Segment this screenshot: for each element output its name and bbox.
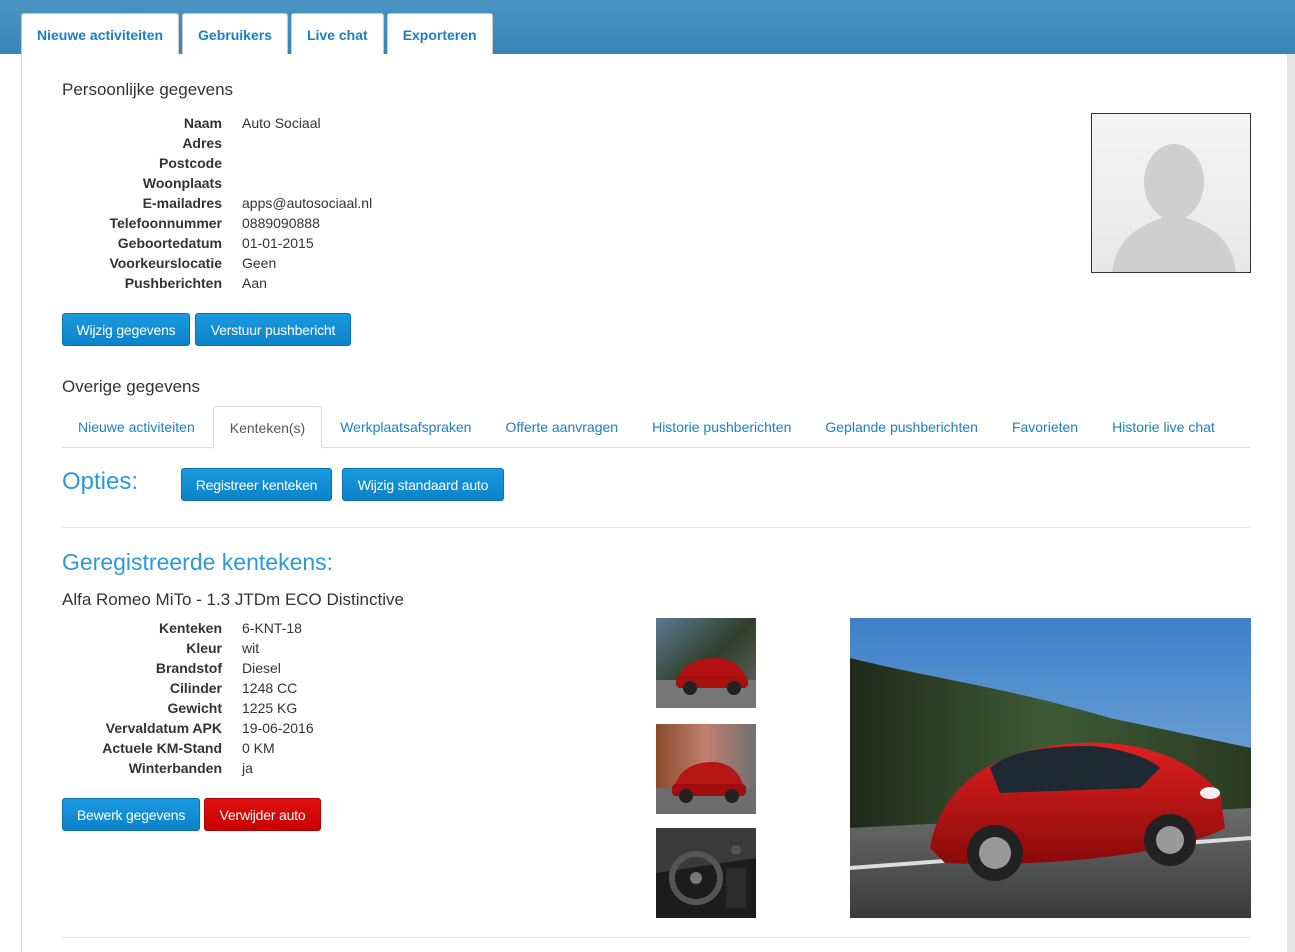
section-title-other: Overige gegevens — [62, 377, 200, 396]
field-label: Geboortedatum — [117, 235, 222, 251]
subtab-offerte-aanvragen[interactable]: Offerte aanvragen — [489, 406, 634, 448]
field-value: apps@autosociaal.nl — [242, 195, 373, 211]
car-thumbnail[interactable] — [656, 618, 756, 708]
car-photo-icon — [656, 724, 756, 814]
field-value: 6-KNT-18 — [242, 620, 302, 636]
field-label: Voorkeurslocatie — [109, 255, 222, 271]
subtab-kentekens[interactable]: Kenteken(s) — [212, 406, 323, 449]
field-value: 1225 KG — [242, 700, 298, 716]
subtab-historie-pushberichten[interactable]: Historie pushberichten — [636, 406, 807, 448]
field-label: Gewicht — [167, 700, 222, 716]
field-value: 1248 CC — [242, 680, 298, 696]
tab-gebruikers[interactable]: Gebruikers — [182, 13, 288, 56]
personal-info: Naam Auto Sociaal Adres Postcode Woonplaa… — [62, 113, 372, 293]
field-value: Auto Sociaal — [242, 115, 321, 131]
divider — [62, 527, 1250, 528]
car-main-photo — [850, 618, 1251, 918]
main-tabs: Nieuwe activiteiten Gebruikers Live chat… — [21, 13, 496, 56]
field-value: Diesel — [242, 660, 281, 676]
top-bar: Nieuwe activiteiten Gebruikers Live chat… — [0, 0, 1295, 56]
field-value — [242, 153, 372, 173]
registered-heading: Geregistreerde kentekens: — [62, 549, 334, 575]
tab-live-chat[interactable]: Live chat — [290, 13, 384, 55]
field-label: Naam — [183, 115, 222, 131]
field-value: Geen — [242, 255, 277, 271]
avatar-placeholder — [1091, 113, 1251, 273]
car-photo-icon — [850, 618, 1251, 918]
field-label: E-mailadres — [142, 195, 222, 211]
field-label: Kenteken — [158, 620, 222, 636]
field-label: Actuele KM-Stand — [102, 740, 222, 756]
field-label: Vervaldatum APK — [105, 720, 222, 736]
registreer-kenteken-button[interactable]: Registreer kenteken — [181, 468, 332, 501]
field-label: Kleur — [186, 640, 222, 656]
car-photo-icon — [656, 618, 756, 708]
tab-exporteren[interactable]: Exporteren — [386, 13, 493, 55]
field-value: Aan — [242, 275, 267, 291]
field-label: Brandstof — [155, 660, 222, 676]
field-label: Postcode — [158, 155, 222, 171]
right-edge — [1287, 54, 1295, 952]
divider — [62, 937, 1250, 938]
car-title: Alfa Romeo MiTo - 1.3 JTDm ECO Distincti… — [62, 590, 404, 609]
sub-tabs: Nieuwe activiteiten Kenteken(s) Werkplaa… — [62, 406, 1250, 449]
field-value: wit — [242, 640, 260, 656]
field-value: 01-01-2015 — [242, 235, 314, 251]
field-label: Telefoonnummer — [109, 215, 222, 231]
subtab-favorieten[interactable]: Favorieten — [996, 406, 1094, 448]
field-value — [242, 133, 372, 153]
verwijder-auto-button[interactable]: Verwijder auto — [204, 798, 321, 831]
content-panel: Persoonlijke gegevens Naam Auto Sociaal A… — [21, 54, 1287, 952]
field-label: Adres — [182, 135, 222, 151]
car-interior-icon — [656, 828, 756, 918]
subtab-historie-live-chat[interactable]: Historie live chat — [1096, 406, 1231, 448]
field-value: 0889090888 — [242, 215, 320, 231]
field-value: ja — [242, 760, 253, 776]
car-info: Kenteken 6-KNT-18 Kleur wit Brandstof Diese… — [62, 618, 314, 778]
field-label: Woonplaats — [142, 175, 222, 191]
field-label: Cilinder — [169, 680, 222, 696]
field-label: Winterbanden — [128, 760, 222, 776]
subtab-werkplaatsafspraken[interactable]: Werkplaatsafspraken — [324, 406, 487, 448]
wijzig-gegevens-button[interactable]: Wijzig gegevens — [62, 313, 190, 346]
bewerk-gegevens-button[interactable]: Bewerk gegevens — [62, 798, 200, 831]
subtab-nieuwe-activiteiten[interactable]: Nieuwe activiteiten — [62, 406, 211, 448]
car-thumbnail[interactable] — [656, 828, 756, 918]
field-value: 19-06-2016 — [242, 720, 314, 736]
subtab-geplande-pushberichten[interactable]: Geplande pushberichten — [809, 406, 994, 448]
options-heading: Opties: — [62, 468, 139, 495]
verstuur-pushbericht-button[interactable]: Verstuur pushbericht — [195, 313, 351, 346]
wijzig-standaard-auto-button[interactable]: Wijzig standaard auto — [342, 468, 504, 501]
user-silhouette-icon — [1112, 144, 1236, 272]
section-title-personal: Persoonlijke gegevens — [62, 80, 234, 99]
field-label: Pushberichten — [124, 275, 222, 291]
tab-nieuwe-activiteiten[interactable]: Nieuwe activiteiten — [21, 13, 180, 55]
car-thumbnail[interactable] — [656, 724, 756, 814]
field-value — [242, 173, 372, 193]
field-value: 0 KM — [242, 740, 275, 756]
